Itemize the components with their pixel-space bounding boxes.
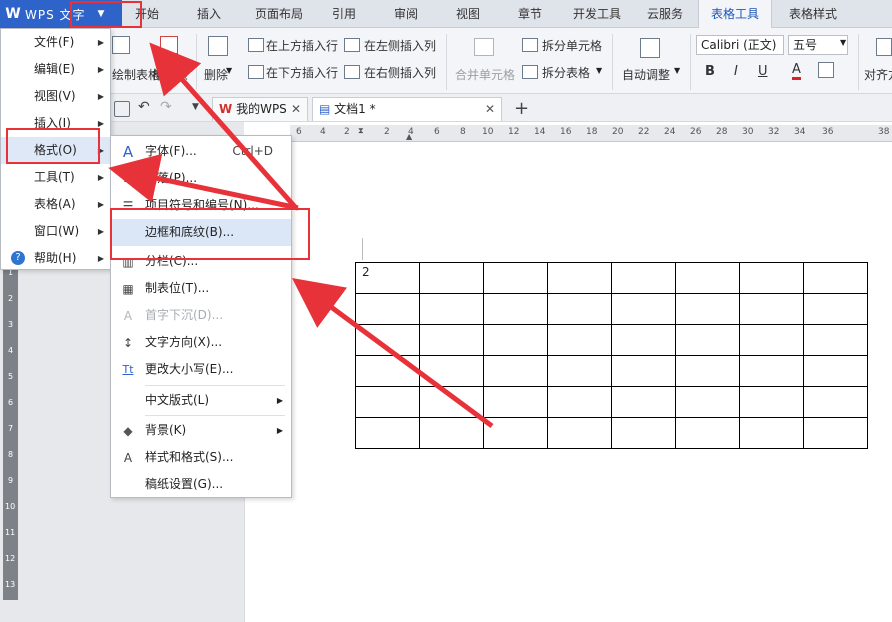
arrow-to-format	[108, 153, 299, 211]
annotation-arrows	[108, 42, 494, 429]
arrow-to-borders-shading	[291, 278, 494, 429]
